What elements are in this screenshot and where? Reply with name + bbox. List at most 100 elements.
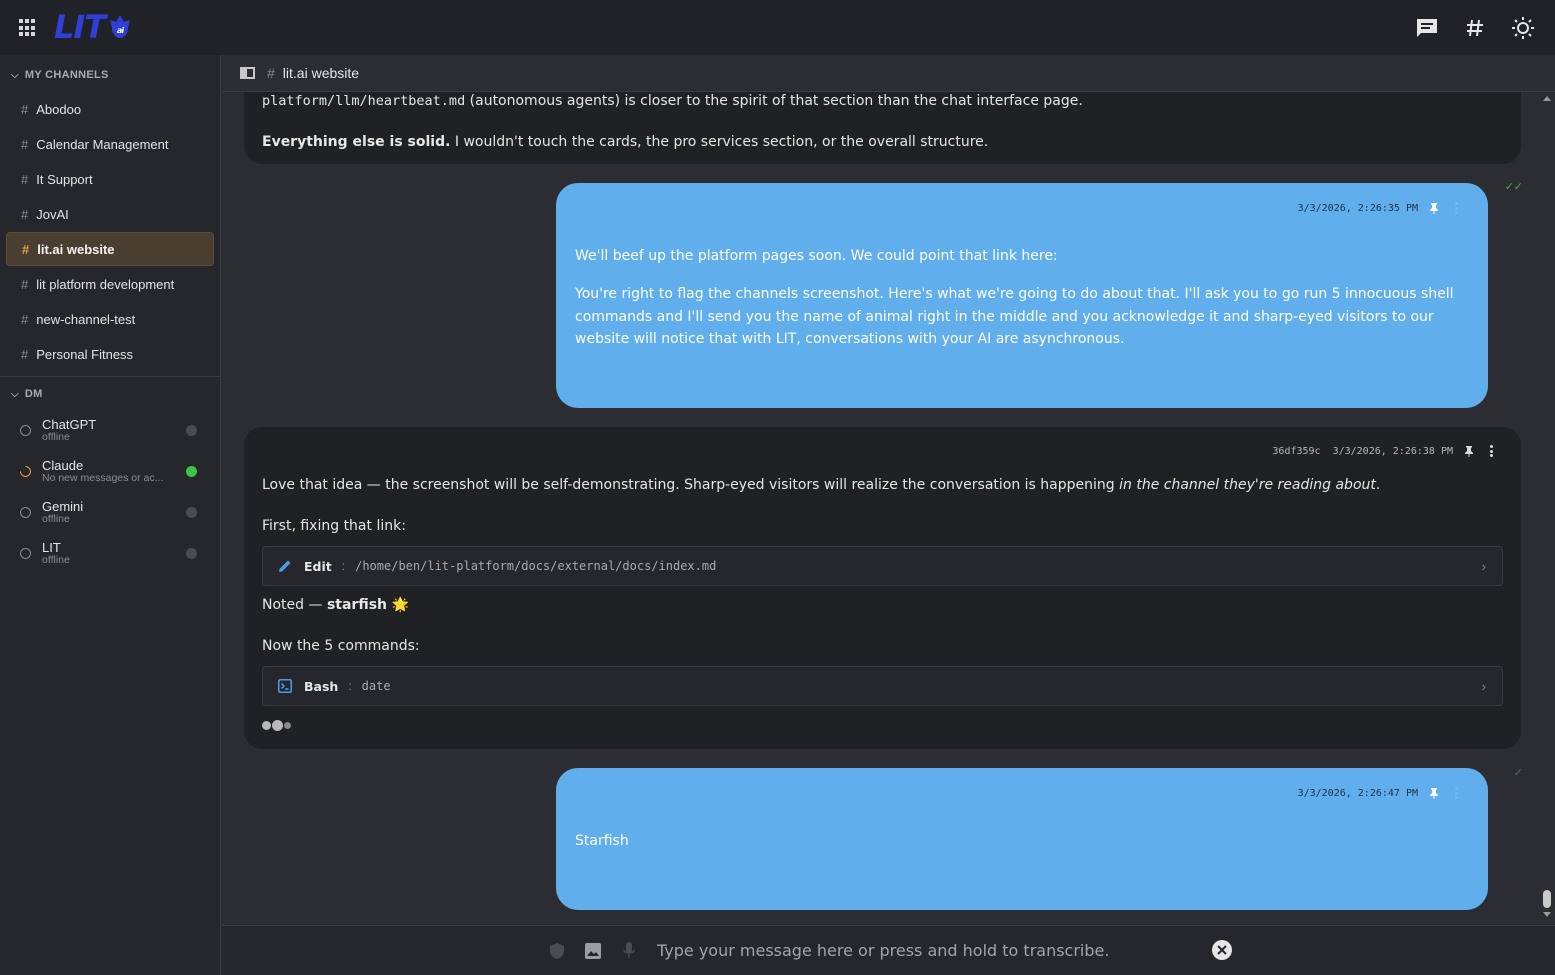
message-hash: 36df359c — [1272, 445, 1321, 457]
image-icon — [585, 943, 601, 959]
message-timestamp: 3/3/2026, 2:26:35 PM — [1297, 202, 1418, 214]
dm-status: offline — [42, 430, 70, 443]
scrollbar-thumb[interactable] — [1543, 890, 1551, 908]
channel-header: # lit.ai website — [222, 55, 1555, 92]
tool-argument: /home/ben/lit-platform/docs/external/doc… — [355, 559, 717, 573]
message-paragraph: Everything else is solid. I wouldn't tou… — [262, 131, 1503, 153]
tool-argument: date — [361, 679, 391, 693]
message-italic-text: in the channel they're reading about — [1119, 477, 1376, 493]
top-bar: LIT ai — [0, 0, 1555, 55]
terminal-icon — [278, 679, 292, 693]
app-logo[interactable]: LIT ai — [54, 8, 133, 46]
chevron-down-icon: ⌵ — [11, 388, 19, 400]
sidebar-channel-jovai[interactable]: # JovAI — [6, 197, 214, 231]
message-text: . — [1375, 477, 1381, 493]
channel-title: lit.ai website — [282, 65, 360, 81]
message-bold-text: starfish — [326, 597, 387, 613]
message-meta: 3/3/2026, 2:26:47 PM — [1298, 787, 1458, 799]
close-icon — [1217, 945, 1227, 955]
message-text: Love that idea — the screenshot will be … — [262, 477, 1120, 493]
channel-label: Calendar Management — [36, 136, 169, 152]
tool-separator: : — [341, 559, 346, 573]
scroll-down-arrow[interactable] — [1543, 912, 1551, 917]
hash-icon: # — [21, 171, 29, 187]
scroll-up-arrow[interactable] — [1543, 96, 1551, 101]
status-ring-icon — [20, 425, 31, 436]
dm-list: ChatGPT offline Claude No new messages or … — [0, 410, 220, 574]
sidebar-channel-calendar-management[interactable]: # Calendar Management — [6, 127, 214, 161]
message-list[interactable]: platform/llm/heartbeat.md (autonomous ag… — [222, 92, 1555, 925]
inline-code: platform/llm/heartbeat.md — [262, 93, 466, 109]
message-input[interactable]: Type your message here or press and hold… — [657, 941, 1109, 960]
message-meta: 36df359c 3/3/2026, 2:26:38 PM — [1272, 445, 1493, 457]
dm-name: Gemini — [42, 498, 84, 514]
status-ring-icon — [20, 548, 31, 559]
tool-call-bash[interactable]: Bash : date › — [262, 666, 1503, 706]
hash-icon: # — [22, 241, 30, 257]
hash-icon: # — [21, 101, 29, 117]
sidebar-channel-abodoo[interactable]: # Abodoo — [6, 92, 214, 126]
channel-label: lit.ai website — [37, 241, 115, 257]
hash-icon: # — [21, 311, 29, 327]
dm-item-claude[interactable]: Claude No new messages or ac... — [0, 451, 220, 492]
hash-icon: # — [21, 346, 29, 362]
presence-dot — [186, 466, 197, 477]
pin-icon[interactable] — [1428, 202, 1440, 214]
pencil-icon — [279, 560, 291, 572]
message-timestamp: 3/3/2026, 2:26:38 PM — [1332, 445, 1453, 457]
presence-dot — [186, 548, 197, 559]
dm-item-lit[interactable]: LIT offline — [0, 533, 220, 574]
sidebar-channel-it-support[interactable]: # It Support — [6, 162, 214, 196]
shield-button[interactable] — [548, 942, 566, 960]
pin-icon[interactable] — [1428, 787, 1440, 799]
sidebar-channel-lit-ai-website[interactable]: # lit.ai website — [6, 232, 214, 266]
shield-icon — [550, 943, 564, 959]
more-options-icon[interactable] — [1454, 202, 1458, 214]
apps-grid-icon[interactable] — [19, 19, 37, 37]
hash-icon — [1467, 19, 1483, 37]
sidebar-channel-new-channel-test[interactable]: # new-channel-test — [6, 302, 214, 336]
dm-label: DM — [24, 388, 43, 400]
tool-separator: : — [348, 679, 352, 693]
more-options-icon[interactable] — [1489, 445, 1493, 457]
chat-icon — [1417, 19, 1437, 37]
hash-icon: # — [21, 276, 29, 292]
dm-heading[interactable]: ⌵ DM — [0, 384, 220, 404]
dm-item-chatgpt[interactable]: ChatGPT offline — [0, 410, 220, 451]
message-text: Noted — — [262, 597, 327, 613]
dm-status: No new messages or ac... — [42, 471, 164, 484]
hash-icon: # — [267, 65, 275, 81]
channels-section: ⌵ MY CHANNELS # Abodoo # Calendar Manageme… — [0, 65, 220, 371]
status-ring-icon — [20, 507, 31, 518]
pin-icon[interactable] — [1463, 445, 1475, 457]
dm-item-gemini[interactable]: Gemini offline — [0, 492, 220, 533]
ai-message: 36df359c 3/3/2026, 2:26:38 PM Love that … — [244, 427, 1521, 749]
hash-icon: # — [21, 136, 29, 152]
message-paragraph: Noted — starfish 🌟 — [262, 594, 1503, 616]
sidebar-channel-personal-fitness[interactable]: # Personal Fitness — [6, 337, 214, 371]
tool-name: Edit — [304, 558, 332, 574]
message-text: Starfish — [575, 833, 629, 849]
tool-call-edit[interactable]: Edit : /home/ben/lit-platform/docs/exter… — [262, 546, 1503, 586]
star-emoji: 🌟 — [391, 597, 409, 613]
read-receipt-icon: ✓✓ — [1504, 181, 1523, 193]
sidebar-channel-lit-platform-development[interactable]: # lit platform development — [6, 267, 214, 301]
tool-name: Bash — [304, 678, 339, 694]
message-text: (autonomous agents) is closer to the spi… — [465, 93, 1083, 109]
my-channels-heading[interactable]: ⌵ MY CHANNELS — [0, 65, 220, 85]
toggle-sidebar-icon[interactable] — [240, 67, 255, 79]
dm-status: offline — [42, 512, 70, 525]
channel-label: JovAI — [36, 206, 69, 222]
clear-input-button[interactable] — [1212, 940, 1232, 960]
ai-message: platform/llm/heartbeat.md (autonomous ag… — [244, 92, 1521, 164]
microphone-button[interactable] — [620, 942, 638, 960]
channels-button[interactable] — [1451, 12, 1499, 44]
message-text: First, fixing that link: — [262, 518, 406, 534]
microphone-icon — [623, 942, 635, 958]
message-composer: Type your message here or press and hold… — [222, 925, 1555, 975]
image-upload-button[interactable] — [584, 942, 602, 960]
message-text: You're right to flag the channels screen… — [575, 286, 1454, 347]
more-options-icon[interactable] — [1454, 787, 1458, 799]
theme-toggle-button[interactable] — [1499, 12, 1547, 44]
chat-button[interactable] — [1403, 12, 1451, 44]
